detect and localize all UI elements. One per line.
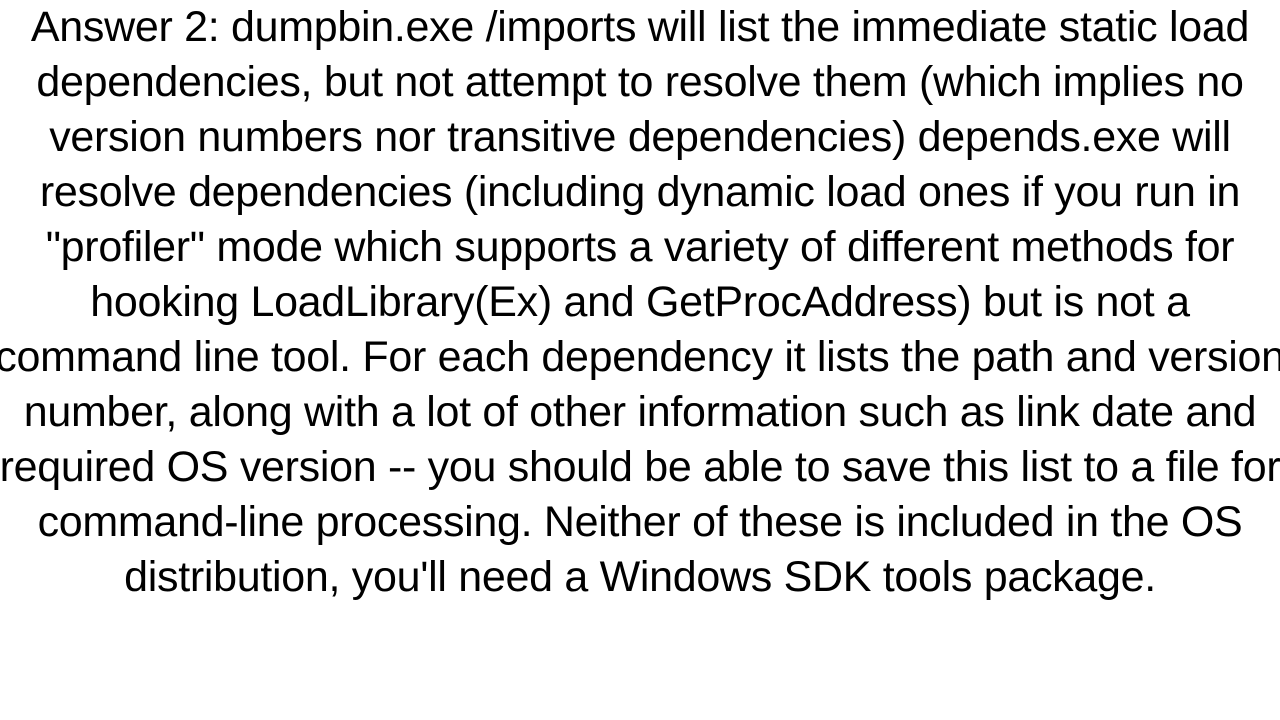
text-container: Answer 2: dumpbin.exe /imports will list… <box>0 0 1280 720</box>
answer-text: Answer 2: dumpbin.exe /imports will list… <box>0 0 1280 605</box>
